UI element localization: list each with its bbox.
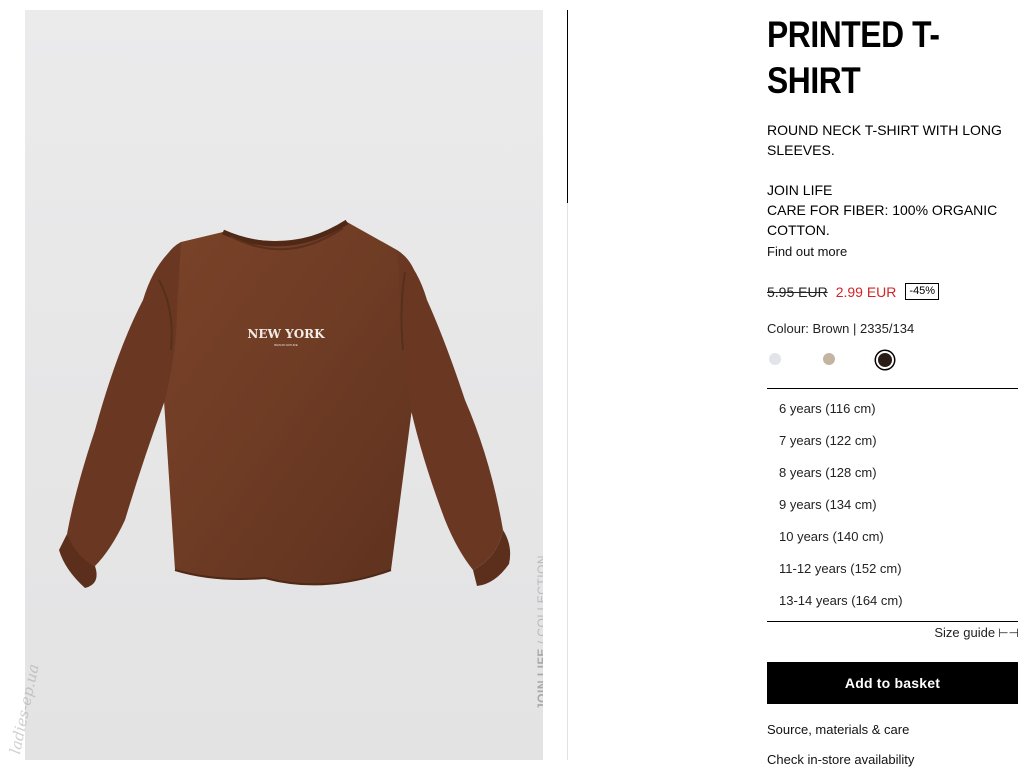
price-row: 5.95 EUR 2.99 EUR -45%: [767, 283, 940, 300]
size-option[interactable]: 7 years (122 cm): [767, 425, 1018, 457]
shirt-print-text: NEW YORK: [247, 327, 325, 341]
find-out-more-link[interactable]: Find out more: [767, 244, 847, 259]
product-title: PRINTED T-SHIRT: [767, 14, 940, 101]
join-life-info: JOIN LIFE CARE FOR FIBER: 100% ORGANIC C…: [767, 180, 1007, 240]
size-option[interactable]: 9 years (134 cm): [767, 489, 1018, 521]
discount-badge: -45%: [905, 283, 940, 300]
collection-tag-bold: JOIN LIFE: [535, 648, 543, 710]
size-option[interactable]: 10 years (140 cm): [767, 521, 1018, 553]
collection-tag: JOIN LIFE / COLLECTION: [535, 555, 543, 710]
sale-price: 2.99 EUR: [835, 283, 897, 300]
product-info: PRINTED T-SHIRT ROUND NECK T-SHIRT WITH …: [767, 12, 1019, 767]
add-to-basket-button[interactable]: Add to basket: [767, 662, 1018, 704]
old-price: 5.95 EUR: [767, 283, 828, 300]
join-life-label: JOIN LIFE: [767, 182, 833, 198]
source-materials-care-link[interactable]: Source, materials & care: [767, 722, 909, 737]
ruler-icon: ⊢⊣: [998, 626, 1019, 640]
size-option[interactable]: 6 years (116 cm): [767, 393, 1018, 425]
shirt-print-subtext: BRAND NATURE: [274, 343, 297, 347]
product-description: ROUND NECK T-SHIRT WITH LONG SLEEVES.: [767, 122, 1002, 158]
swatch-beige[interactable]: [823, 353, 835, 365]
size-option[interactable]: 8 years (128 cm): [767, 457, 1018, 489]
image-divider: [567, 10, 568, 203]
size-option[interactable]: 13-14 years (164 cm): [767, 585, 1018, 617]
size-guide-link[interactable]: Size guide ⊢⊣: [767, 625, 1019, 640]
collection-tag-rest: / COLLECTION: [535, 554, 543, 644]
join-life-text: CARE FOR FIBER: 100% ORGANIC COTTON.: [767, 202, 998, 238]
product-image[interactable]: NEW YORK BRAND NATURE JOIN LIFE / COLLEC…: [25, 10, 543, 760]
image-divider-thin: [567, 203, 568, 760]
colour-reference: Colour: Brown | 2335/134: [767, 321, 915, 336]
size-guide-label: Size guide: [934, 625, 996, 640]
swatch-brown[interactable]: [876, 351, 894, 369]
swatch-light-grey[interactable]: [769, 353, 781, 365]
colour-swatches: [767, 351, 1019, 371]
size-list: 6 years (116 cm) 7 years (122 cm) 8 years …: [767, 388, 1018, 622]
tshirt-illustration: NEW YORK BRAND NATURE: [59, 219, 511, 588]
size-option[interactable]: 11-12 years (152 cm): [767, 553, 1018, 585]
